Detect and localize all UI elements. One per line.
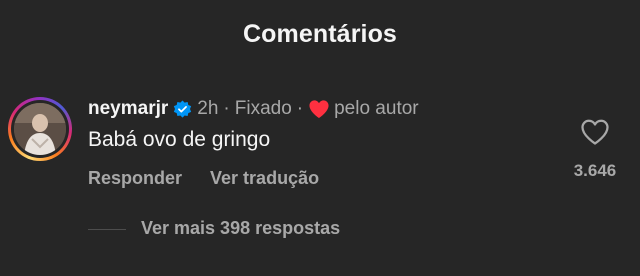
comment-time: 2h xyxy=(197,98,219,119)
replies-divider-line xyxy=(88,229,126,230)
red-heart-icon xyxy=(308,99,330,119)
separator-dot: · xyxy=(223,98,230,119)
comment-actions: Responder Ver tradução xyxy=(88,168,319,189)
comment-meta: neymarjr 2h · Fixado · pelo autor xyxy=(88,97,419,121)
comment-text: Babá ovo de gringo xyxy=(88,128,271,151)
liked-by-author-label: pelo autor xyxy=(334,98,419,119)
avatar-story-ring[interactable] xyxy=(8,97,72,161)
view-replies-button[interactable]: Ver mais 398 respostas xyxy=(141,218,340,239)
comment-username[interactable]: neymarjr xyxy=(88,98,168,120)
pinned-label: Fixado xyxy=(234,98,292,119)
verified-badge-icon xyxy=(173,99,192,119)
separator-dot: · xyxy=(296,98,304,119)
reply-button[interactable]: Responder xyxy=(88,168,182,189)
translate-button[interactable]: Ver tradução xyxy=(210,168,319,189)
heart-outline-icon[interactable] xyxy=(580,118,610,146)
page-title: Comentários xyxy=(243,20,397,48)
avatar-ring-gap xyxy=(11,100,69,158)
avatar-photo xyxy=(14,103,66,155)
avatar[interactable] xyxy=(14,103,66,155)
like-count: 3.646 xyxy=(573,161,617,180)
